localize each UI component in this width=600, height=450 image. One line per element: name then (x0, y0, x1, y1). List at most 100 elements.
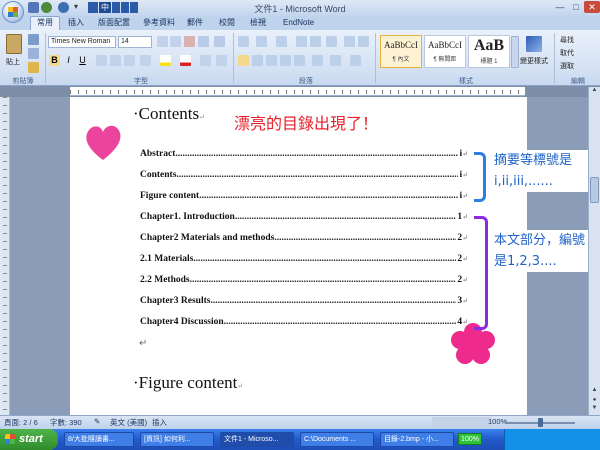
toc-entry[interactable]: Abstracti↵ (140, 149, 468, 159)
sort-icon[interactable] (344, 36, 355, 47)
shrink-font-icon[interactable] (170, 36, 181, 47)
language-indicator[interactable]: 英文 (美國) (110, 417, 147, 428)
cut-icon[interactable] (28, 34, 39, 45)
save-icon[interactable] (28, 2, 39, 13)
grow-font-icon[interactable] (157, 36, 168, 47)
styles-more-icon[interactable] (511, 36, 519, 68)
change-case-icon[interactable] (140, 55, 151, 66)
find-button[interactable]: 尋找 (560, 35, 574, 45)
increase-indent-icon[interactable] (310, 36, 321, 47)
tab-mailings[interactable]: 郵件 (187, 17, 203, 29)
style-no-spacing[interactable]: AaBbCcI ¶ 無間距 (424, 35, 466, 68)
subscript-icon[interactable] (110, 55, 121, 66)
ime-mode-label[interactable]: 中 (99, 2, 111, 13)
office-button[interactable] (2, 1, 24, 23)
scroll-up-icon[interactable]: ▲ (589, 87, 600, 97)
strikethrough-icon[interactable] (96, 55, 107, 66)
paste-label[interactable]: 貼上 (6, 57, 20, 67)
ime-settings-icon[interactable] (130, 2, 138, 13)
font-color-icon[interactable] (180, 55, 191, 66)
font-name-select[interactable]: Times New Roman (48, 36, 116, 48)
minimize-button[interactable]: — (552, 1, 568, 13)
line-spacing-icon[interactable] (312, 55, 323, 66)
tab-view[interactable]: 檢視 (250, 17, 266, 29)
show-marks-icon[interactable] (358, 36, 369, 47)
clear-format-icon[interactable] (184, 36, 195, 47)
system-tray[interactable] (504, 429, 600, 450)
battery-indicator[interactable]: 100% (458, 433, 482, 445)
tab-review[interactable]: 校閱 (219, 17, 235, 29)
change-styles-label[interactable]: 變更樣式 (520, 56, 548, 66)
borders-icon[interactable] (350, 55, 361, 66)
taskbar-item[interactable]: [資訊] 如何利... (140, 432, 214, 447)
chinese-layout-icon[interactable] (326, 36, 337, 47)
italic-icon[interactable]: I (63, 55, 74, 66)
tab-references[interactable]: 參考資料 (143, 17, 175, 29)
horizontal-ruler[interactable] (70, 87, 525, 96)
toc-entry[interactable]: 2.1 Materials2↵ (140, 254, 468, 264)
character-border-icon[interactable] (214, 36, 225, 47)
highlight-icon[interactable] (160, 55, 171, 66)
enclose-characters-icon[interactable] (216, 55, 227, 66)
numbering-icon[interactable] (256, 36, 267, 47)
toc-entry[interactable]: Figure contenti↵ (140, 191, 468, 201)
bold-icon[interactable]: B (49, 55, 60, 66)
change-styles-icon[interactable] (526, 36, 542, 52)
shading-icon[interactable] (330, 55, 341, 66)
select-button[interactable]: 選取 (560, 61, 574, 71)
scrollbar-thumb[interactable] (590, 177, 599, 203)
tab-endnote[interactable]: EndNote (283, 17, 314, 29)
align-left-icon[interactable] (238, 55, 249, 66)
ime-fullwidth-icon[interactable] (121, 2, 129, 13)
style-heading-1[interactable]: AaB 標題 1 (468, 35, 510, 68)
character-shading-icon[interactable] (200, 55, 211, 66)
close-button[interactable]: ✕ (584, 1, 600, 13)
copy-icon[interactable] (28, 48, 39, 59)
distributed-icon[interactable] (294, 55, 305, 66)
toc-entry[interactable]: Chapter2 Materials and methods2↵ (140, 233, 468, 243)
next-page-icon[interactable]: ▼ (589, 405, 600, 415)
toc-entry[interactable]: Chapter1. Introduction1↵ (140, 212, 468, 222)
underline-icon[interactable]: U (77, 55, 88, 66)
vertical-ruler[interactable] (0, 97, 10, 415)
ime-toolbar[interactable]: 中 (88, 2, 138, 13)
paste-icon[interactable] (6, 34, 22, 54)
undo-icon[interactable] (41, 2, 52, 13)
superscript-icon[interactable] (124, 55, 135, 66)
maximize-button[interactable]: □ (568, 1, 584, 13)
zoom-slider-knob[interactable] (538, 418, 543, 427)
toc-entry[interactable]: Chapter4 Discussion4↵ (140, 317, 468, 327)
decrease-indent-icon[interactable] (296, 36, 307, 47)
taskbar-item[interactable]: 目錄-2.bmp - 小... (380, 432, 454, 447)
replace-button[interactable]: 取代 (560, 48, 574, 58)
tab-insert[interactable]: 插入 (68, 17, 84, 29)
toc-entry[interactable]: Contentsi↵ (140, 170, 468, 180)
insert-mode-indicator[interactable]: 插入 (152, 417, 167, 428)
justify-icon[interactable] (280, 55, 291, 66)
format-painter-icon[interactable] (28, 62, 39, 73)
tab-home[interactable]: 常用 (30, 16, 60, 30)
view-buttons[interactable] (432, 417, 492, 427)
align-center-icon[interactable] (252, 55, 263, 66)
align-right-icon[interactable] (266, 55, 277, 66)
taskbar-item[interactable]: 文件1 - Microso... (220, 432, 294, 447)
bullets-icon[interactable] (238, 36, 249, 47)
toc-entry[interactable]: Chapter3 Results3↵ (140, 296, 468, 306)
spelling-status-icon[interactable]: ✎ (94, 417, 100, 426)
start-button[interactable]: start (0, 429, 58, 450)
taskbar-item[interactable]: 8/大批隨讀書... (64, 432, 134, 447)
font-size-select[interactable]: 14 (118, 36, 152, 48)
vertical-scrollbar[interactable]: ▲ ▲ ● ▼ (588, 87, 600, 415)
quick-access-dropdown-icon[interactable]: ▾ (74, 2, 78, 11)
toc-entry[interactable]: 2.2 Methods2↵ (140, 275, 468, 285)
redo-icon[interactable] (58, 2, 69, 13)
taskbar-item[interactable]: C:\Documents ... (300, 432, 374, 447)
phonetic-guide-icon[interactable] (198, 36, 209, 47)
word-count[interactable]: 字數: 390 (50, 417, 82, 428)
page-indicator[interactable]: 頁面: 2 / 6 (4, 417, 38, 428)
tab-page-layout[interactable]: 版面配置 (98, 17, 130, 29)
style-normal[interactable]: AaBbCcI ¶ 內文 (380, 35, 422, 68)
prev-page-icon[interactable]: ▲ (589, 387, 600, 397)
multilevel-list-icon[interactable] (276, 36, 287, 47)
ime-punct-icon[interactable] (112, 2, 120, 13)
